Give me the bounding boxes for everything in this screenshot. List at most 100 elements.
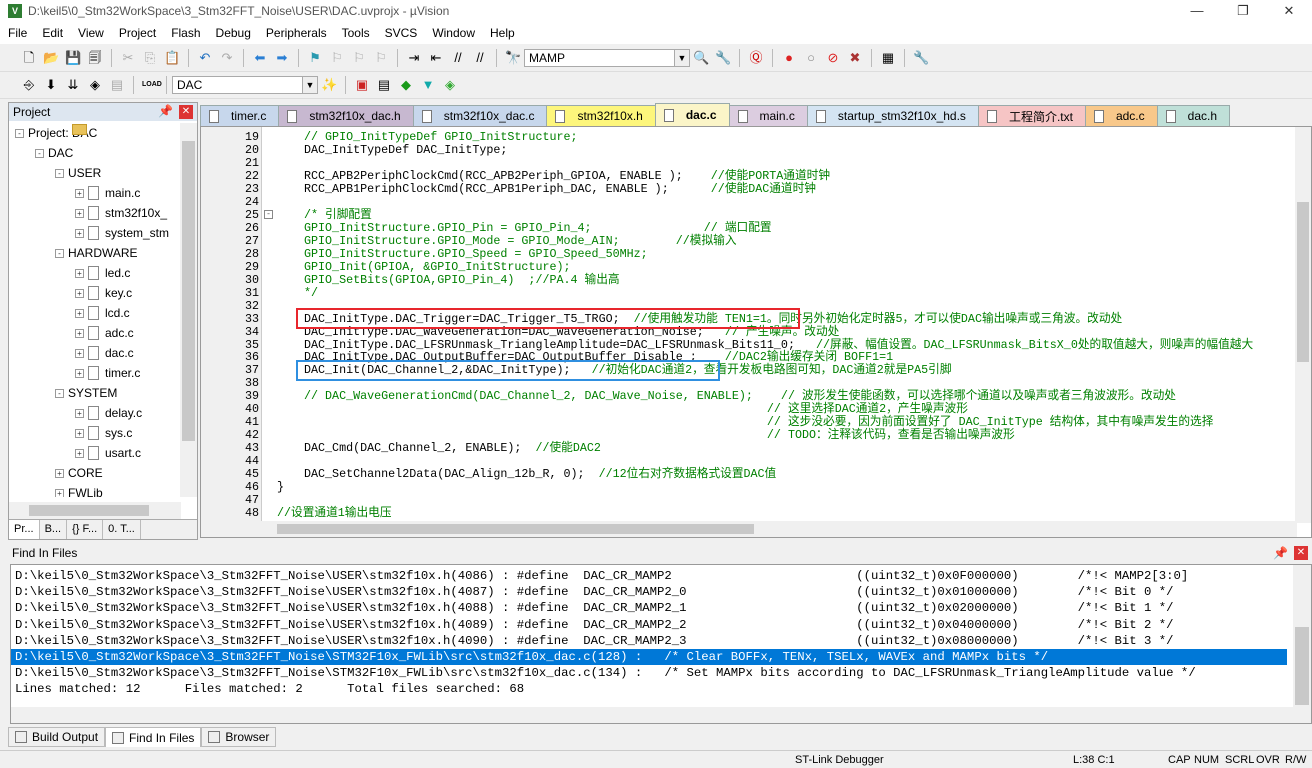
close-panel-icon[interactable]: ✕ [1294,546,1308,560]
tree-item[interactable]: - DAC [9,124,181,163]
menu-svcs[interactable]: SVCS [385,26,418,40]
expand-icon[interactable]: + [75,408,84,418]
expand-icon[interactable]: + [75,228,84,238]
tree-item[interactable]: + timer.c [9,363,181,383]
indent-icon[interactable]: ⇥ [406,50,422,66]
project-tab[interactable]: 0. T... [103,520,141,539]
tab-dac.c[interactable]: dac.c [654,103,730,126]
collapse-icon[interactable]: - [55,168,64,178]
minimize-button[interactable]: — [1174,0,1220,22]
translate-icon[interactable]: ⎆ [21,77,37,93]
expand-icon[interactable]: + [75,368,84,378]
nav-forward-icon[interactable]: ➡ [274,50,290,66]
multi-project-icon[interactable]: ▤ [376,77,392,93]
load-icon[interactable]: LOAD [142,77,162,93]
tab-main.c[interactable]: main.c [728,105,808,126]
new-file-icon[interactable]: 🗋 [21,50,37,66]
close-panel-icon[interactable]: ✕ [179,105,193,119]
close-button[interactable]: ✕ [1266,0,1312,22]
tab-工程简介.txt[interactable]: 工程简介.txt [977,105,1086,126]
maximize-button[interactable]: ❐ [1220,0,1266,22]
window-layout-icon[interactable]: ▦ [880,50,896,66]
find-hscrollbar[interactable] [11,707,1311,723]
batch-build-icon[interactable]: ◈ [87,77,103,93]
tree-item[interactable]: + lcd.c [9,303,181,323]
find-combo[interactable]: MAMP ▼ [524,49,690,67]
find-vscrollbar[interactable] [1293,565,1311,707]
unindent-icon[interactable]: ⇤ [428,50,444,66]
rebuild-icon[interactable]: ⇊ [65,77,81,93]
save-all-icon[interactable]: 🗐 [87,50,103,66]
editor-vscrollbar[interactable] [1295,127,1311,523]
find-result-line[interactable]: D:\keil5\0_Stm32WorkSpace\3_Stm32FFT_Noi… [15,600,1287,616]
fold-toggle-icon[interactable]: - [264,209,273,219]
tab-build-output[interactable]: Build Output [8,727,106,747]
expand-icon[interactable]: + [75,348,84,358]
menu-edit[interactable]: Edit [42,26,63,40]
collapse-icon[interactable]: - [55,388,64,398]
comment-icon[interactable]: // [450,50,466,66]
breakpoint-icon[interactable]: ● [781,50,797,66]
find-icon[interactable]: 🔍 [693,50,709,66]
find-in-files-icon[interactable]: 🔭 [505,50,521,66]
expand-icon[interactable]: + [75,428,84,438]
expand-icon[interactable]: + [75,188,84,198]
pin-icon[interactable]: 📌 [158,104,173,118]
stop-build-icon[interactable]: ▤ [109,77,125,93]
tab-stm32f10x_dac.h[interactable]: stm32f10x_dac.h [278,105,414,126]
tab-startup_stm32f10x_hd.s[interactable]: startup_stm32f10x_hd.s [806,105,979,126]
pack-installer-icon[interactable]: ◆ [398,77,414,93]
tree-item[interactable]: + FWLib [9,124,181,497]
expand-icon[interactable]: + [75,328,84,338]
code-editor[interactable]: 19// GPIO_InitTypeDef GPIO_InitStructure… [200,126,1312,538]
tab-stm32f10x_dac.c[interactable]: stm32f10x_dac.c [412,105,548,126]
tree-item[interactable]: + led.c [9,263,181,283]
run-time-env-icon[interactable]: ◈ [442,77,458,93]
menu-window[interactable]: Window [432,26,475,40]
manage-components-icon[interactable]: ▣ [354,77,370,93]
configure-icon[interactable]: 🔧 [913,50,929,66]
menu-tools[interactable]: Tools [342,26,370,40]
tree-item[interactable]: - Project: DAC [9,123,181,143]
tree-item[interactable]: + delay.c [9,403,181,423]
copy-icon[interactable]: ⎘ [142,50,158,66]
tab-adc.c[interactable]: adc.c [1084,105,1158,126]
cut-icon[interactable]: ✂ [120,50,136,66]
expand-icon[interactable]: + [75,268,84,278]
tree-item[interactable]: + stm32f10x_ [9,203,181,223]
tree-item[interactable]: - HARDWARE [9,124,181,263]
expand-icon[interactable]: + [75,288,84,298]
open-folder-icon[interactable]: 📂 [43,50,59,66]
tree-item[interactable]: + main.c [9,183,181,203]
tree-item[interactable]: + usart.c [9,443,181,463]
tab-timer.c[interactable]: timer.c [200,105,280,126]
bookmark-icon[interactable]: ⚑ [307,50,323,66]
collapse-icon[interactable]: - [15,128,24,138]
editor-hscrollbar[interactable] [201,521,1297,537]
debug-session-icon[interactable]: Ⓠ [748,50,764,66]
clear-bookmarks-icon[interactable]: ⚐ [373,50,389,66]
project-vscrollbar[interactable] [180,123,197,497]
redo-icon[interactable]: ↷ [219,50,235,66]
menu-project[interactable]: Project [119,26,156,40]
target-options-icon[interactable]: ✨ [321,77,337,93]
save-icon[interactable]: 💾 [65,50,81,66]
tree-item[interactable]: + key.c [9,283,181,303]
menu-file[interactable]: File [8,26,27,40]
expand-icon[interactable]: + [75,308,84,318]
project-hscrollbar[interactable] [9,502,181,519]
expand-icon[interactable]: + [55,468,64,478]
collapse-icon[interactable]: - [35,148,44,158]
expand-icon[interactable]: + [75,208,84,218]
expand-icon[interactable]: + [75,448,84,458]
menu-flash[interactable]: Flash [171,26,200,40]
project-tab[interactable]: {} F... [67,520,104,539]
chevron-down-icon[interactable]: ▼ [674,50,689,66]
menu-peripherals[interactable]: Peripherals [266,26,327,40]
tree-item[interactable]: + dac.c [9,343,181,363]
project-tab[interactable]: Pr... [9,520,40,539]
pin-icon[interactable]: 📌 [1273,546,1288,560]
collapse-icon[interactable]: - [55,248,64,258]
chevron-down-icon[interactable]: ▼ [302,77,317,93]
menu-view[interactable]: View [78,26,104,40]
